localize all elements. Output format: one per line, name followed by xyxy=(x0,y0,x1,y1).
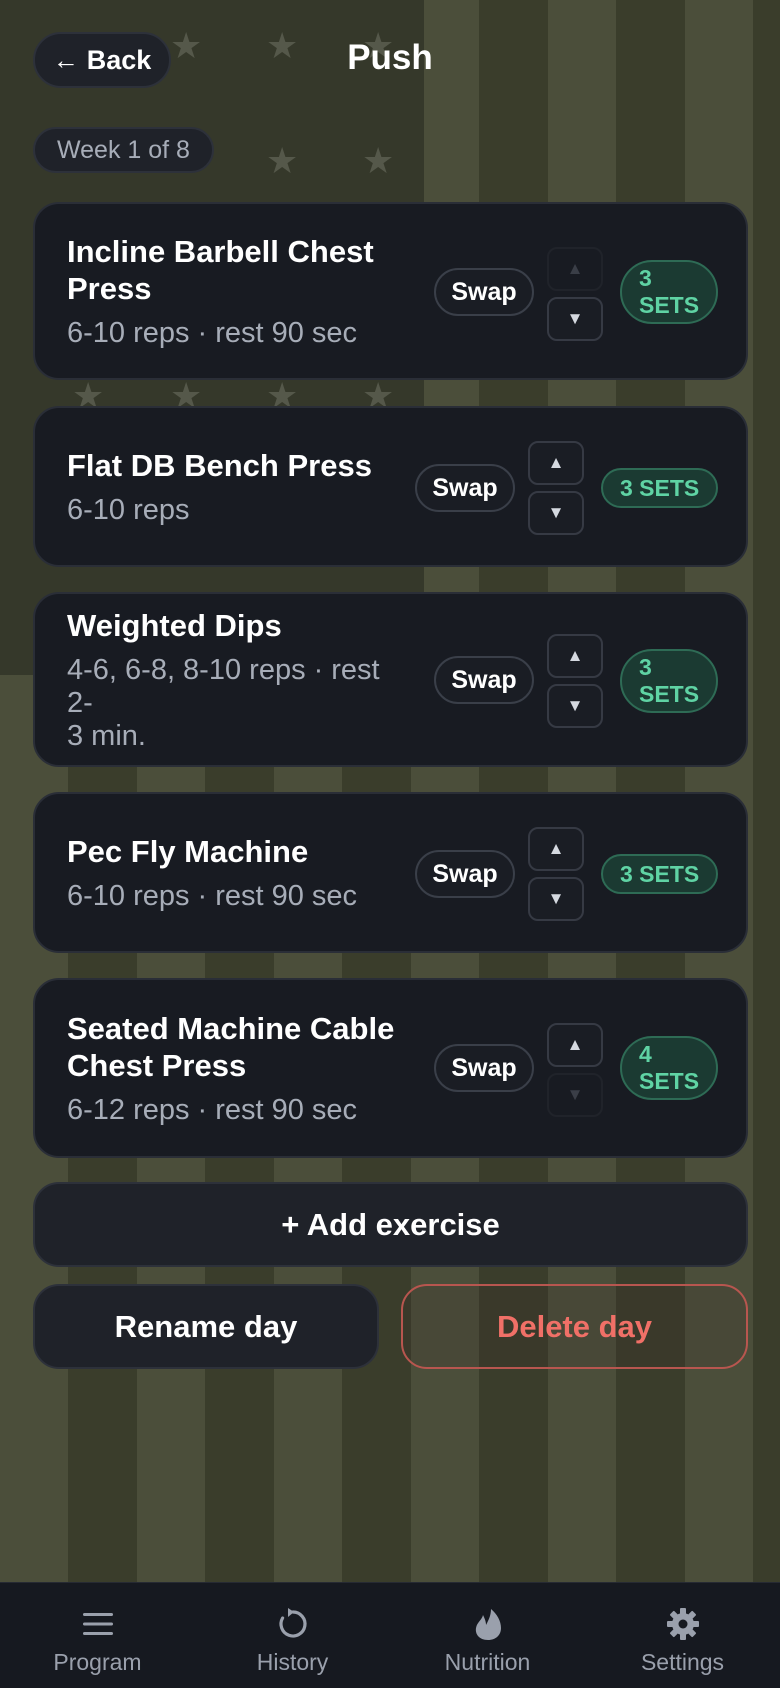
sets-badge: 4 SETS xyxy=(620,1036,719,1100)
add-exercise-button[interactable]: + Add exercise xyxy=(33,1182,748,1267)
sets-badge: 3 SETS xyxy=(601,854,719,894)
exercise-card: Flat DB Bench Press 6-10 reps Swap ▲ ▼ 3… xyxy=(33,406,748,567)
tab-program[interactable]: Program xyxy=(0,1583,195,1688)
move-up-button[interactable]: ▲ xyxy=(547,247,603,291)
move-up-button[interactable]: ▲ xyxy=(547,1023,603,1067)
swap-button[interactable]: Swap xyxy=(434,656,534,704)
tab-label: Settings xyxy=(640,1649,725,1675)
sets-badge: 3 SETS xyxy=(620,649,719,713)
swap-button[interactable]: Swap xyxy=(434,1044,534,1092)
flame-icon xyxy=(473,1605,503,1643)
exercise-name: Flat DB Bench Press xyxy=(67,447,372,483)
tab-settings[interactable]: Settings xyxy=(585,1583,780,1688)
move-down-button[interactable]: ▼ xyxy=(528,877,584,921)
tab-label: History xyxy=(256,1649,329,1675)
exercise-card: Seated Machine Cable Chest Press 6-12 re… xyxy=(33,978,748,1158)
week-badge: Week 1 of 8 xyxy=(33,127,214,173)
exercise-details: 6-10 reps · rest 90 sec xyxy=(67,879,358,912)
exercise-name: Weighted Dips xyxy=(67,607,282,643)
exercise-details: 4-6, 6-8, 8-10 reps · rest 2- 3 min. xyxy=(67,653,380,752)
exercise-card: Weighted Dips 4-6, 6-8, 8-10 reps · rest 2… xyxy=(33,592,748,767)
move-down-button[interactable]: ▼ xyxy=(528,491,584,535)
app-root: ← Back Push Week 1 of 8 Incline Barbell … xyxy=(0,0,780,1688)
move-down-button[interactable]: ▼ xyxy=(547,684,603,728)
move-up-button[interactable]: ▲ xyxy=(528,441,584,485)
swap-button[interactable]: Swap xyxy=(415,850,515,898)
exercise-details: 6-10 reps xyxy=(67,493,190,526)
history-icon xyxy=(276,1605,310,1643)
move-up-button[interactable]: ▲ xyxy=(528,827,584,871)
exercise-name: Seated Machine Cable Chest Press xyxy=(67,1010,395,1083)
gear-icon xyxy=(666,1605,700,1643)
exercise-name: Pec Fly Machine xyxy=(67,833,309,869)
bottom-tab-bar: Program History Nutrition Settings xyxy=(0,1582,780,1688)
sets-badge: 3 SETS xyxy=(620,260,719,324)
tab-nutrition[interactable]: Nutrition xyxy=(390,1583,585,1688)
page-title: Push xyxy=(347,38,433,77)
exercise-card: Incline Barbell Chest Press 6-10 reps · re… xyxy=(33,202,748,380)
delete-day-button[interactable]: Delete day xyxy=(401,1284,748,1369)
exercise-details: 6-10 reps · rest 90 sec xyxy=(67,316,358,349)
exercise-card: Pec Fly Machine 6-10 reps · rest 90 sec Sw… xyxy=(33,792,748,953)
swap-button[interactable]: Swap xyxy=(434,268,534,316)
tab-label: Nutrition xyxy=(444,1649,531,1675)
tab-history[interactable]: History xyxy=(195,1583,390,1688)
move-down-button[interactable]: ▼ xyxy=(547,1073,603,1117)
swap-button[interactable]: Swap xyxy=(415,464,515,512)
sets-badge: 3 SETS xyxy=(601,468,719,508)
move-down-button[interactable]: ▼ xyxy=(547,297,603,341)
exercise-details: 6-12 reps · rest 90 sec xyxy=(67,1093,358,1126)
menu-icon xyxy=(82,1605,113,1643)
exercise-name: Incline Barbell Chest Press xyxy=(67,233,374,306)
rename-day-button[interactable]: Rename day xyxy=(33,1284,379,1369)
tab-label: Program xyxy=(53,1649,142,1675)
move-up-button[interactable]: ▲ xyxy=(547,634,603,678)
